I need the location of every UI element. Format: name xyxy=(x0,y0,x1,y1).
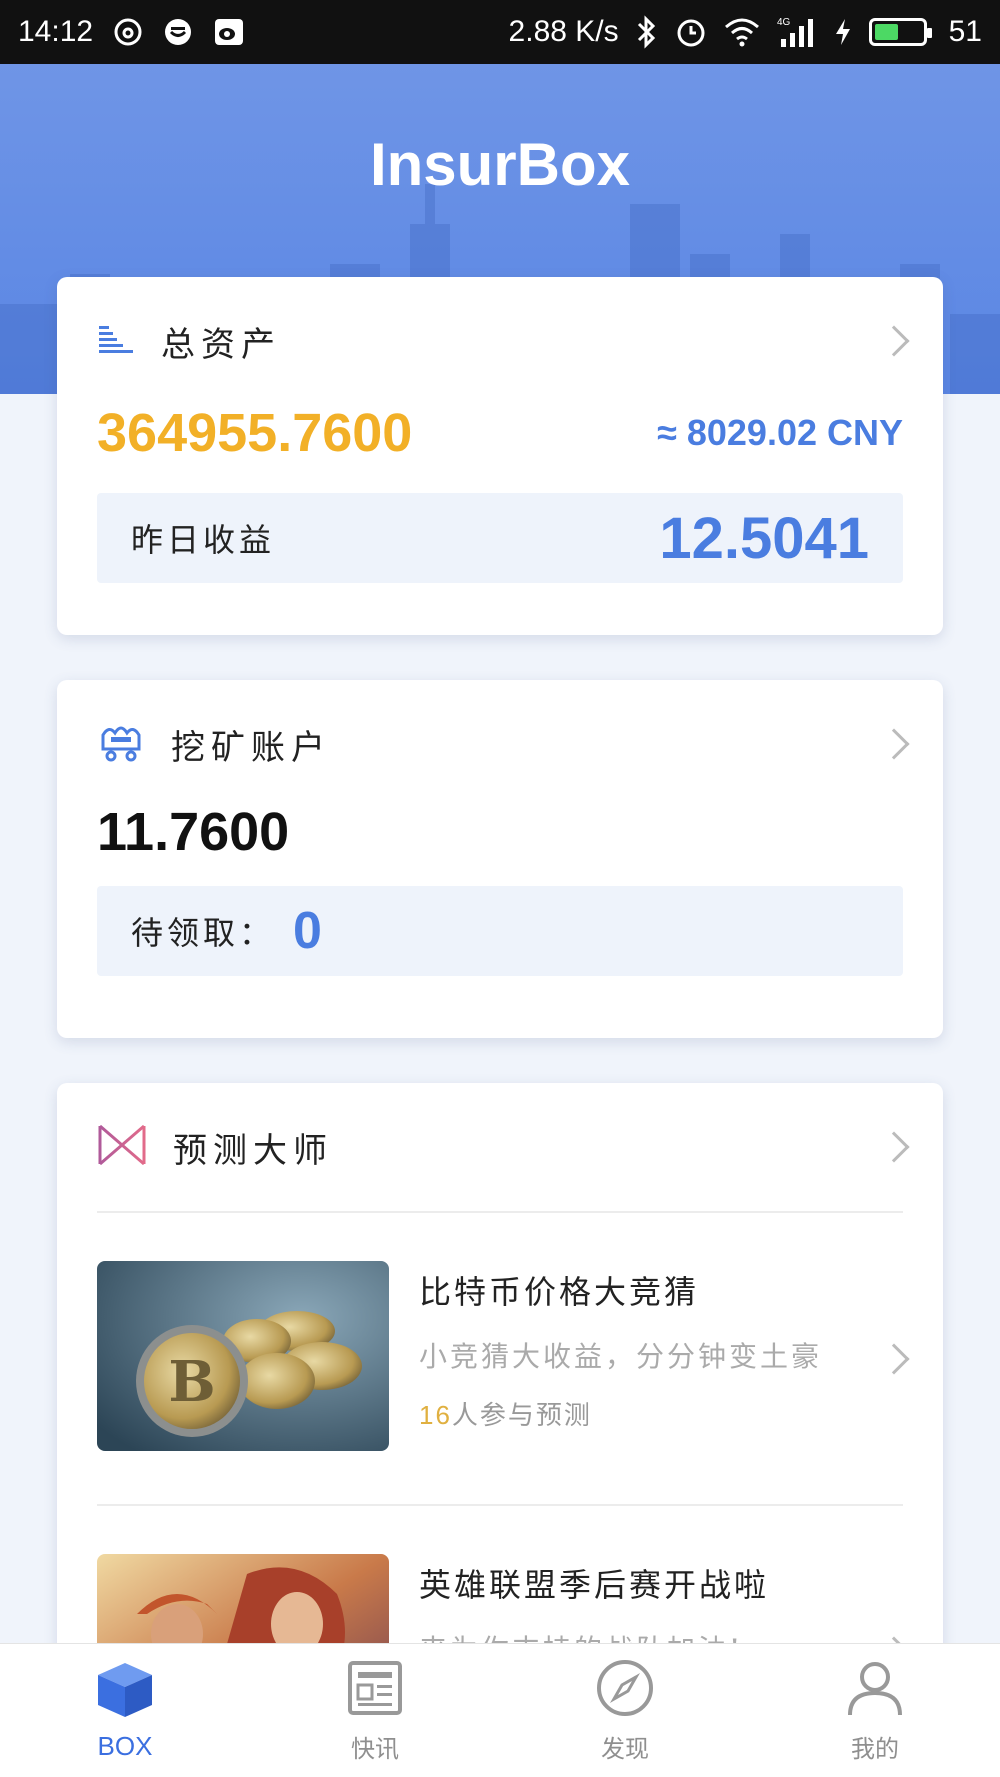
mining-account-title: 挖矿账户 xyxy=(171,727,331,768)
prediction-item-desc: 小竞猜大收益，分分钟变土豪 xyxy=(419,1340,823,1373)
total-assets-amount: 364955.7600 xyxy=(97,403,413,463)
bitcoin-coins-image: B xyxy=(97,1261,389,1451)
weibo-icon xyxy=(213,17,245,47)
charging-icon xyxy=(833,17,853,47)
app-title: InsurBox xyxy=(369,131,631,198)
yesterday-earnings-panel: 昨日收益 12.5041 xyxy=(97,493,903,583)
participant-count: 16人参与预测 xyxy=(419,1395,903,1432)
pending-panel: 待领取： 0 xyxy=(97,886,903,976)
nav-box[interactable]: BOX xyxy=(25,1659,225,1762)
chevron-right-icon[interactable] xyxy=(878,728,910,760)
mining-account-header[interactable]: 挖矿账户 xyxy=(57,680,943,808)
user-icon xyxy=(844,1657,906,1723)
nav-mine[interactable]: 我的 xyxy=(775,1657,975,1764)
network-speed: 2.88 K/s xyxy=(508,15,619,48)
chevron-right-icon[interactable] xyxy=(878,1131,910,1163)
bluetooth-icon xyxy=(635,15,659,49)
nav-news-label: 快讯 xyxy=(351,1735,399,1763)
battery-level: 51 xyxy=(948,15,982,48)
box-icon xyxy=(94,1659,156,1725)
wifi-icon xyxy=(723,17,761,47)
nav-discover[interactable]: 发现 xyxy=(525,1657,725,1764)
total-assets-cny: ≈ 8029.02 CNY xyxy=(657,412,903,453)
prediction-item-title: 比特币价格大竞猜 xyxy=(419,1273,700,1311)
bar-chart-icon xyxy=(97,322,135,360)
total-assets-title: 总资产 xyxy=(161,324,281,365)
nav-news[interactable]: 快讯 xyxy=(275,1657,475,1764)
signal-icon: 4G xyxy=(777,15,817,49)
nav-discover-label: 发现 xyxy=(601,1735,649,1763)
status-time: 14:12 xyxy=(18,15,94,48)
yesterday-earnings-label: 昨日收益 xyxy=(131,521,276,559)
battery-icon xyxy=(868,18,932,46)
alarm-icon xyxy=(675,16,707,48)
chevron-right-icon[interactable] xyxy=(878,325,910,357)
news-icon xyxy=(344,1657,406,1723)
compass-icon xyxy=(594,1657,656,1723)
prediction-master-header[interactable]: 预测大师 xyxy=(57,1083,943,1211)
total-assets-header[interactable]: 总资产 xyxy=(57,277,943,405)
prediction-bowtie-icon xyxy=(97,1123,147,1171)
status-bar: 14:12 2.88 K/s 4G 51 xyxy=(0,0,1000,64)
yesterday-earnings-value: 12.5041 xyxy=(659,505,869,571)
nav-mine-label: 我的 xyxy=(851,1735,899,1763)
participant-count-label: 人参与预测 xyxy=(451,1401,592,1431)
prediction-master-title: 预测大师 xyxy=(173,1130,333,1171)
netease-music-icon xyxy=(113,17,143,47)
mining-cart-icon xyxy=(97,721,145,767)
svg-text:4G: 4G xyxy=(777,17,791,28)
prediction-item-title: 英雄联盟季后赛开战啦 xyxy=(419,1566,770,1604)
nav-box-label: BOX xyxy=(97,1731,153,1761)
participant-count-number: 16 xyxy=(419,1400,452,1430)
mining-account-card[interactable]: 挖矿账户 11.7600 待领取： 0 xyxy=(57,680,943,1038)
prediction-item[interactable]: B 比特币价格大竞猜 小竞猜大收益，分分钟变土豪 16人参与预测 xyxy=(57,1213,943,1504)
smile-app-icon xyxy=(163,17,193,47)
bottom-navigation: BOX 快讯 发现 我的 xyxy=(0,1643,1000,1777)
svg-text:B: B xyxy=(168,1349,215,1415)
pending-value: 0 xyxy=(293,902,322,960)
pending-label: 待领取： xyxy=(131,914,276,952)
total-assets-card[interactable]: 总资产 364955.7600 ≈ 8029.02 CNY 昨日收益 12.50… xyxy=(57,277,943,635)
